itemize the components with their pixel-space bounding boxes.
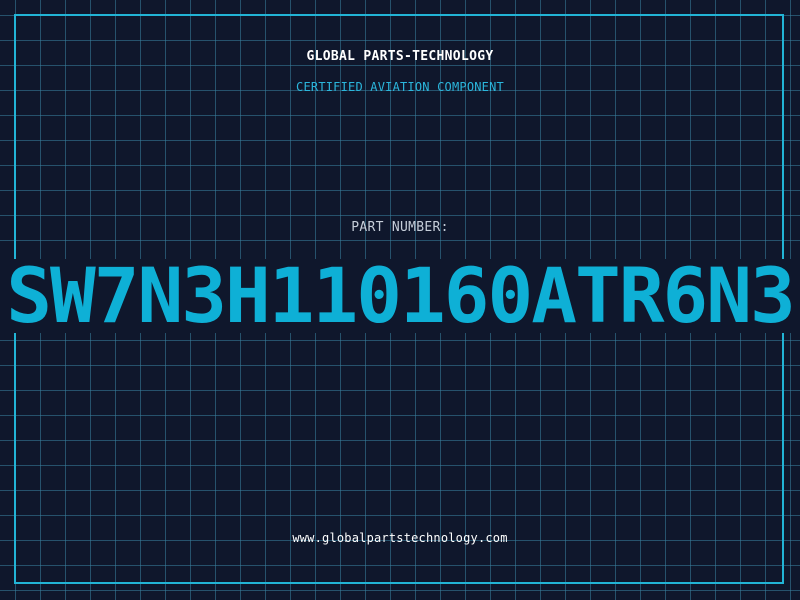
part-number-band: SW7N3H110160ATR6N3 [0,259,800,333]
part-number-label: PART NUMBER: [351,220,449,235]
certification-subtitle: CERTIFIED AVIATION COMPONENT [296,80,504,94]
company-name: GLOBAL PARTS-TECHNOLOGY [306,49,494,64]
part-number-value: SW7N3H110160ATR6N3 [6,259,796,333]
website-url: www.globalpartstechnology.com [292,531,508,545]
label-canvas: GLOBAL PARTS-TECHNOLOGY CERTIFIED AVIATI… [0,0,800,600]
